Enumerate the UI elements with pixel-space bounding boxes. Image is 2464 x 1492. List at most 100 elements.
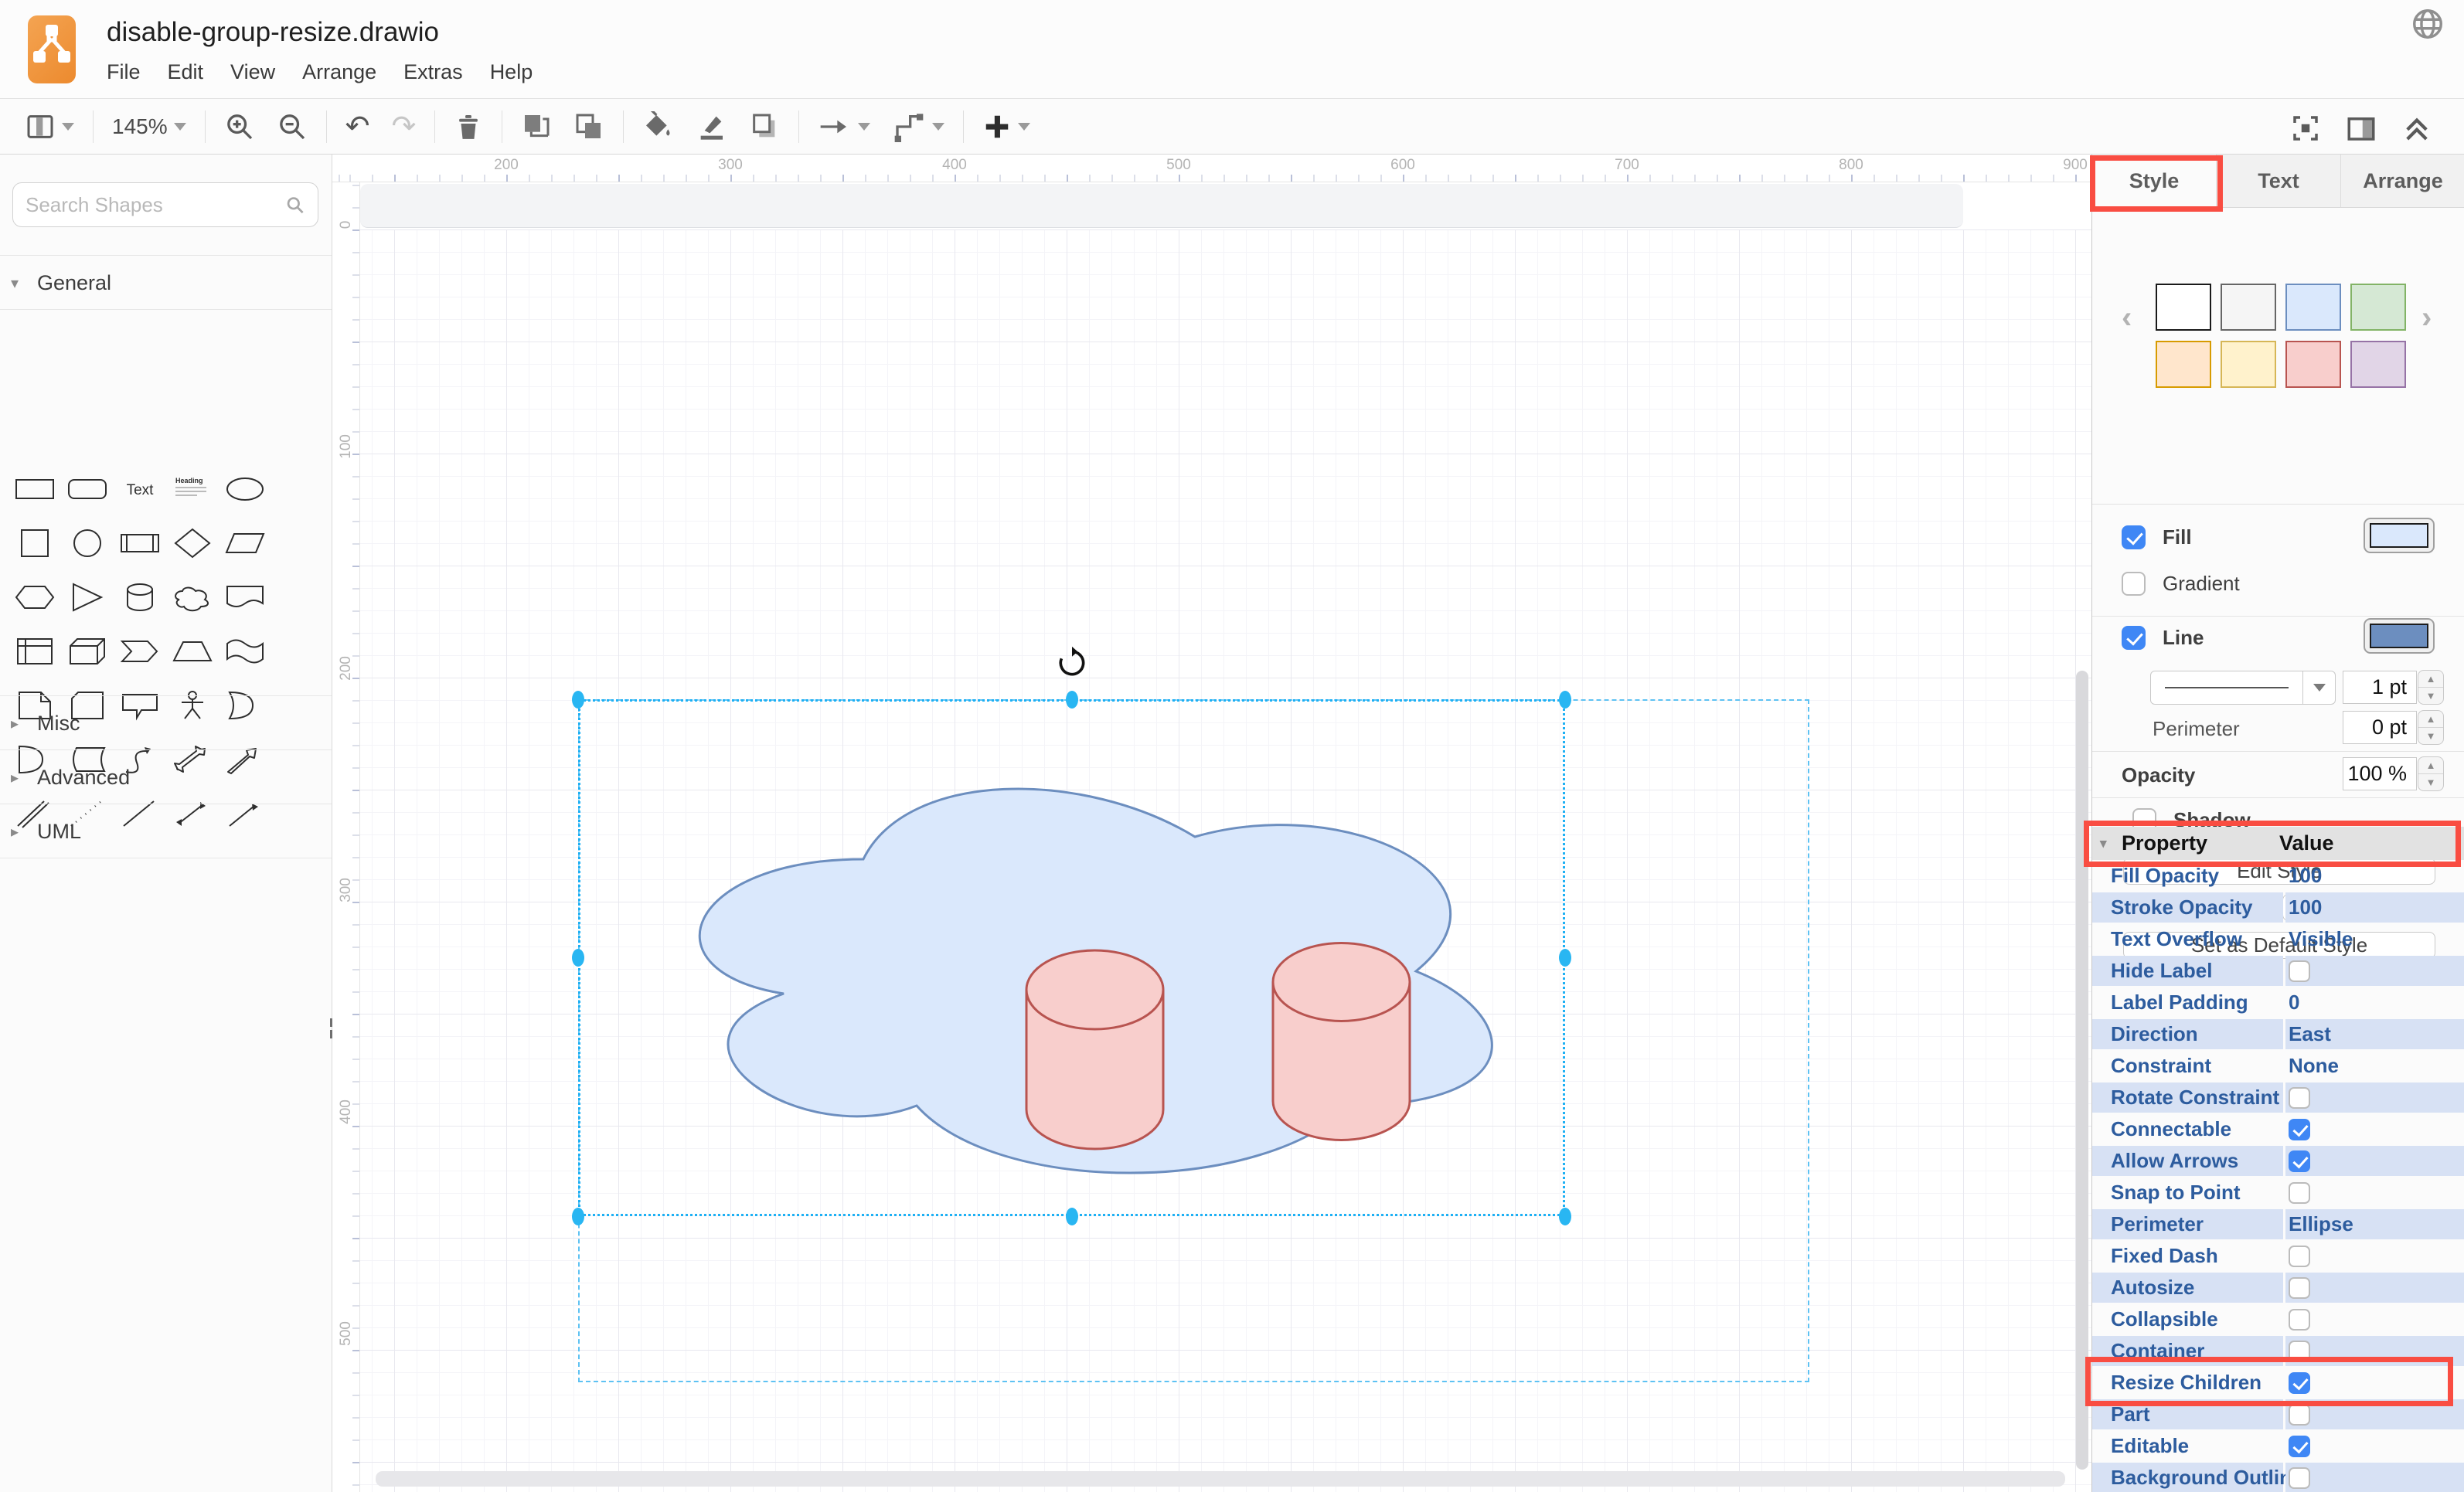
- waypoints-button[interactable]: [892, 111, 944, 142]
- selection-handle[interactable]: [572, 691, 584, 709]
- menu-extras[interactable]: Extras: [403, 60, 463, 84]
- format-panel-toggle-button[interactable]: [2345, 112, 2377, 144]
- opacity-input[interactable]: 100 %: [2343, 757, 2417, 790]
- to-back-button[interactable]: [573, 111, 604, 142]
- perimeter-stepper[interactable]: ▲▼: [2418, 710, 2444, 745]
- shadow-button[interactable]: [749, 111, 780, 142]
- tab-text[interactable]: Text: [2216, 155, 2340, 208]
- line-color-button[interactable]: [695, 111, 727, 142]
- style-preset-swatch[interactable]: [2285, 284, 2341, 331]
- property-checkbox-snap-to-point[interactable]: [2289, 1182, 2310, 1204]
- selection-handle[interactable]: [1066, 1208, 1078, 1225]
- sidebar-section-misc[interactable]: ▸ Misc: [0, 697, 332, 749]
- menu-view[interactable]: View: [230, 60, 275, 84]
- style-preset-swatch[interactable]: [2156, 284, 2211, 331]
- palette-shape-square[interactable]: [11, 524, 59, 562]
- property-row-text-overflow[interactable]: Text Overflow Visible: [2092, 923, 2464, 955]
- horizontal-scrollbar[interactable]: [376, 1471, 2065, 1487]
- palette-shape-process[interactable]: [116, 524, 164, 562]
- property-row-collapsible[interactable]: Collapsible: [2092, 1303, 2464, 1335]
- zoom-out-button[interactable]: [277, 111, 308, 142]
- line-width-input[interactable]: 1 pt: [2343, 671, 2417, 704]
- search-input[interactable]: [26, 193, 284, 217]
- selection-handle[interactable]: [572, 1208, 584, 1225]
- tab-arrange[interactable]: Arrange: [2340, 155, 2464, 208]
- diagram-canvas[interactable]: [360, 182, 2091, 1492]
- property-checkbox-editable[interactable]: [2289, 1436, 2310, 1457]
- property-row-constraint[interactable]: Constraint None: [2092, 1050, 2464, 1082]
- property-row-container[interactable]: Container: [2092, 1335, 2464, 1367]
- line-width-stepper[interactable]: ▲▼: [2418, 670, 2444, 705]
- line-checkbox[interactable]: [2122, 626, 2146, 650]
- property-checkbox-allow-arrows[interactable]: [2289, 1150, 2310, 1172]
- property-checkbox-hide-label[interactable]: [2289, 960, 2310, 982]
- property-checkbox-background-outline[interactable]: [2289, 1467, 2310, 1489]
- selection-handle[interactable]: [1559, 691, 1571, 709]
- property-checkbox-container[interactable]: [2289, 1341, 2310, 1362]
- opacity-stepper[interactable]: ▲▼: [2418, 756, 2444, 791]
- property-row-autosize[interactable]: Autosize: [2092, 1272, 2464, 1303]
- palette-shape-circle[interactable]: [63, 524, 111, 562]
- palette-shape-textbox[interactable]: Heading: [168, 470, 216, 508]
- palette-shape-text[interactable]: Text: [116, 470, 164, 508]
- rotate-handle-icon[interactable]: [1055, 646, 1089, 680]
- style-preset-swatch[interactable]: [2221, 341, 2276, 388]
- property-row-background-outline[interactable]: Background Outline: [2092, 1462, 2464, 1492]
- property-table-header[interactable]: ▾ Property Value: [2092, 827, 2464, 860]
- zoom-in-button[interactable]: [224, 111, 255, 142]
- property-checkbox-fixed-dash[interactable]: [2289, 1246, 2310, 1267]
- zoom-level-dropdown[interactable]: 145%: [112, 114, 186, 139]
- collapse-expand-button[interactable]: [2401, 112, 2433, 144]
- fill-color-button[interactable]: [642, 111, 673, 142]
- property-row-fill-opacity[interactable]: Fill Opacity 100: [2092, 860, 2464, 892]
- property-row-editable[interactable]: Editable: [2092, 1430, 2464, 1462]
- property-checkbox-rotate-constraint[interactable]: [2289, 1087, 2310, 1109]
- palette-shape-diamond[interactable]: [168, 524, 216, 562]
- property-row-allow-arrows[interactable]: Allow Arrows: [2092, 1145, 2464, 1177]
- fullscreen-button[interactable]: [2289, 112, 2322, 144]
- shape-search[interactable]: [12, 182, 318, 227]
- palette-shape-document[interactable]: [221, 578, 269, 617]
- menu-arrange[interactable]: Arrange: [302, 60, 376, 84]
- selection-handle[interactable]: [572, 949, 584, 967]
- style-preset-swatch[interactable]: [2350, 341, 2406, 388]
- palette-shape-cloud[interactable]: [168, 578, 216, 617]
- undo-button[interactable]: ↶: [345, 112, 370, 141]
- palette-shape-tape[interactable]: [221, 632, 269, 671]
- fill-color-swatch-button[interactable]: [2364, 518, 2435, 553]
- cylinder-shape-2[interactable]: [1271, 941, 1411, 1142]
- palette-shape-trapezoid[interactable]: [168, 632, 216, 671]
- property-checkbox-connectable[interactable]: [2289, 1119, 2310, 1140]
- palette-shape-hexagon[interactable]: [11, 578, 59, 617]
- language-globe-icon[interactable]: [2410, 6, 2445, 42]
- style-preset-swatch[interactable]: [2285, 341, 2341, 388]
- sidebar-section-general[interactable]: ▾ General: [0, 257, 332, 309]
- style-preset-swatch[interactable]: [2221, 284, 2276, 331]
- property-row-hide-label[interactable]: Hide Label: [2092, 955, 2464, 987]
- palette-shape-rounded-rectangle[interactable]: [63, 470, 111, 508]
- line-style-dropdown[interactable]: [2150, 671, 2336, 705]
- property-row-direction[interactable]: Direction East: [2092, 1018, 2464, 1050]
- property-checkbox-collapsible[interactable]: [2289, 1309, 2310, 1331]
- selection-handle[interactable]: [1559, 949, 1571, 967]
- property-row-label-padding[interactable]: Label Padding 0: [2092, 987, 2464, 1018]
- line-color-swatch-button[interactable]: [2364, 618, 2435, 654]
- property-row-rotate-constraint[interactable]: Rotate Constraint: [2092, 1082, 2464, 1113]
- fill-checkbox[interactable]: [2122, 525, 2146, 549]
- sidebar-section-uml[interactable]: ▸ UML: [0, 805, 332, 858]
- palette-shape-cube[interactable]: [63, 632, 111, 671]
- redo-button[interactable]: ↷: [391, 112, 416, 141]
- connection-button[interactable]: [818, 111, 870, 142]
- palette-shape-step[interactable]: [116, 632, 164, 671]
- cylinder-shape-1[interactable]: [1025, 948, 1165, 1151]
- style-preset-swatch[interactable]: [2350, 284, 2406, 331]
- property-row-part[interactable]: Part: [2092, 1399, 2464, 1430]
- menu-file[interactable]: File: [107, 60, 141, 84]
- perimeter-input[interactable]: 0 pt: [2343, 711, 2417, 744]
- palette-shape-rectangle[interactable]: [11, 470, 59, 508]
- property-checkbox-resize-children[interactable]: [2289, 1372, 2310, 1394]
- palette-shape-triangle[interactable]: [63, 578, 111, 617]
- presets-next-icon[interactable]: ›: [2421, 301, 2432, 335]
- selection-handle[interactable]: [1066, 691, 1078, 709]
- selection-handle[interactable]: [1559, 1208, 1571, 1225]
